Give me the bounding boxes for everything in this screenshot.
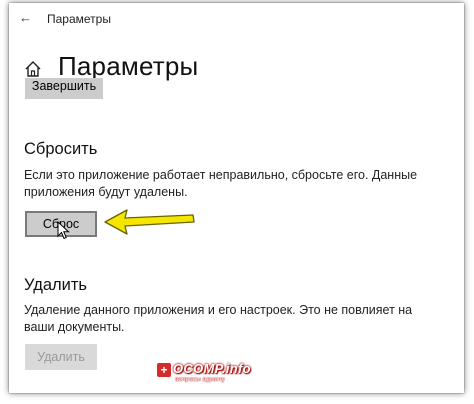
home-icon[interactable]	[23, 59, 43, 79]
uninstall-description: Удаление данного приложения и его настро…	[24, 302, 454, 336]
terminate-button[interactable]: Завершить	[25, 78, 103, 99]
watermark-text: OCOMP.info	[173, 361, 251, 376]
screenshot-frame: ← Параметры Параметры Завершить Сбросить…	[0, 0, 474, 404]
reset-section-title: Сбросить	[24, 140, 98, 158]
title-bar: ← Параметры	[9, 3, 464, 35]
settings-window: ← Параметры Параметры Завершить Сбросить…	[9, 3, 464, 393]
uninstall-section-title: Удалить	[24, 276, 87, 294]
back-arrow-icon[interactable]: ←	[19, 11, 33, 25]
uninstall-button[interactable]: Удалить	[25, 344, 97, 370]
reset-description-line1: Если это приложение работает неправильно…	[24, 168, 418, 182]
annotation-arrow	[104, 209, 195, 235]
window-title: Параметры	[47, 12, 111, 26]
watermark-subtitle: вопросы админу	[175, 376, 225, 383]
uninstall-description-line1: Удаление данного приложения и его настро…	[24, 303, 413, 317]
watermark-badge: +	[157, 363, 171, 377]
watermark-logo: + OCOMP.info вопросы админу	[157, 359, 257, 387]
reset-description-line2: приложения будут удалены.	[24, 185, 188, 199]
mouse-cursor-icon	[57, 221, 70, 240]
reset-description: Если это приложение работает неправильно…	[24, 167, 454, 201]
uninstall-description-line2: ваши документы.	[24, 320, 125, 334]
